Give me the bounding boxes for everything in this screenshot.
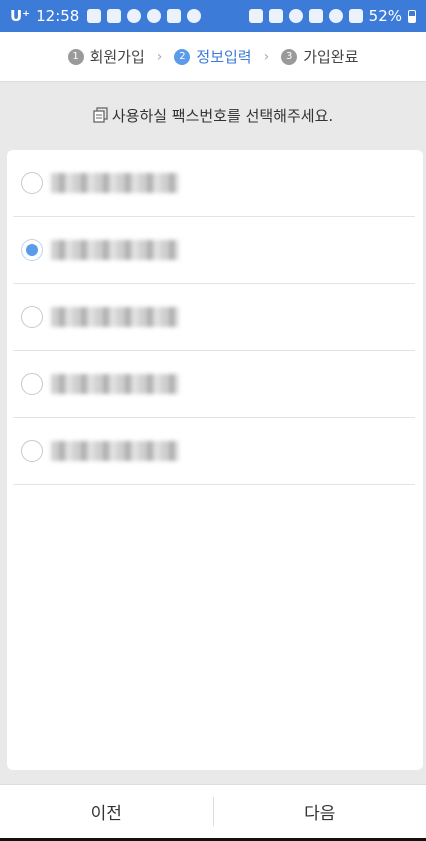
radio-button[interactable] bbox=[21, 373, 43, 395]
carrier-label: U⁺ bbox=[10, 7, 31, 25]
fax-number: 0000-0000-0000 bbox=[51, 307, 179, 327]
step-signup: 1 회원가입 bbox=[67, 46, 145, 67]
signup-steps: 1 회원가입 › 2 정보입력 › 3 가입완료 bbox=[0, 32, 426, 82]
instruction: 사용하실 팩스번호를 선택해주세요. bbox=[0, 100, 426, 130]
chevron-right-icon: › bbox=[156, 48, 163, 65]
pen-icon bbox=[167, 9, 182, 23]
fax-number: 0000-0000-0000 bbox=[51, 173, 179, 193]
notification-icons bbox=[87, 9, 202, 23]
step-complete: 3 가입완료 bbox=[281, 46, 358, 67]
bottom-action-bar: 이전 다음 bbox=[0, 784, 426, 838]
instruction-text: 사용하실 팩스번호를 선택해주세요. bbox=[111, 106, 334, 125]
document-icon bbox=[93, 107, 108, 123]
fax-number: 0000-0000-0000 bbox=[51, 374, 179, 394]
system-icons: 52% bbox=[248, 7, 416, 25]
step-label: 정보입력 bbox=[196, 48, 252, 66]
fax-number: 0000-0000-0000 bbox=[51, 441, 179, 461]
battery-percent: 52% bbox=[368, 7, 402, 25]
status-time: 12:58 bbox=[36, 7, 80, 25]
wifi-icon bbox=[328, 9, 343, 23]
step-label: 회원가입 bbox=[89, 48, 145, 66]
next-button[interactable]: 다음 bbox=[213, 785, 426, 838]
step-number: 1 bbox=[67, 48, 84, 65]
radio-button[interactable] bbox=[21, 306, 43, 328]
sync-icon bbox=[147, 9, 162, 23]
alarm-icon bbox=[288, 9, 303, 23]
fax-option[interactable]: 0000-0000-0000 bbox=[13, 418, 415, 485]
mute-icon bbox=[308, 9, 323, 23]
fax-option[interactable]: 0000-0000-0000 bbox=[13, 284, 415, 351]
fax-number-list: 0000-0000-0000 0000-0000-0000 0000-0000-… bbox=[7, 150, 423, 770]
battery-icon bbox=[408, 9, 416, 23]
radio-button[interactable] bbox=[21, 440, 43, 462]
fax-option[interactable]: 0000-0000-0000 bbox=[13, 351, 415, 418]
chevron-right-icon: › bbox=[263, 48, 270, 65]
mail-icon bbox=[87, 9, 102, 23]
fax-option[interactable]: 0000-0000-0000 bbox=[13, 217, 415, 284]
step-info: 2 정보입력 bbox=[174, 46, 252, 67]
chat-icon bbox=[187, 9, 202, 23]
image-icon bbox=[268, 9, 283, 23]
fax-option[interactable]: 0000-0000-0000 bbox=[13, 150, 415, 217]
c-icon bbox=[127, 9, 142, 23]
fax-number: 0000-0000-0000 bbox=[51, 240, 179, 260]
step-label: 가입완료 bbox=[303, 48, 359, 66]
call-icon bbox=[248, 9, 263, 23]
download-icon bbox=[107, 9, 122, 23]
radio-button-selected[interactable] bbox=[21, 239, 43, 261]
step-number: 2 bbox=[174, 48, 191, 65]
prev-button[interactable]: 이전 bbox=[0, 785, 213, 838]
radio-button[interactable] bbox=[21, 172, 43, 194]
status-bar: U⁺ 12:58 52% bbox=[0, 0, 426, 32]
step-number: 3 bbox=[281, 48, 298, 65]
signal-icon bbox=[348, 9, 363, 23]
